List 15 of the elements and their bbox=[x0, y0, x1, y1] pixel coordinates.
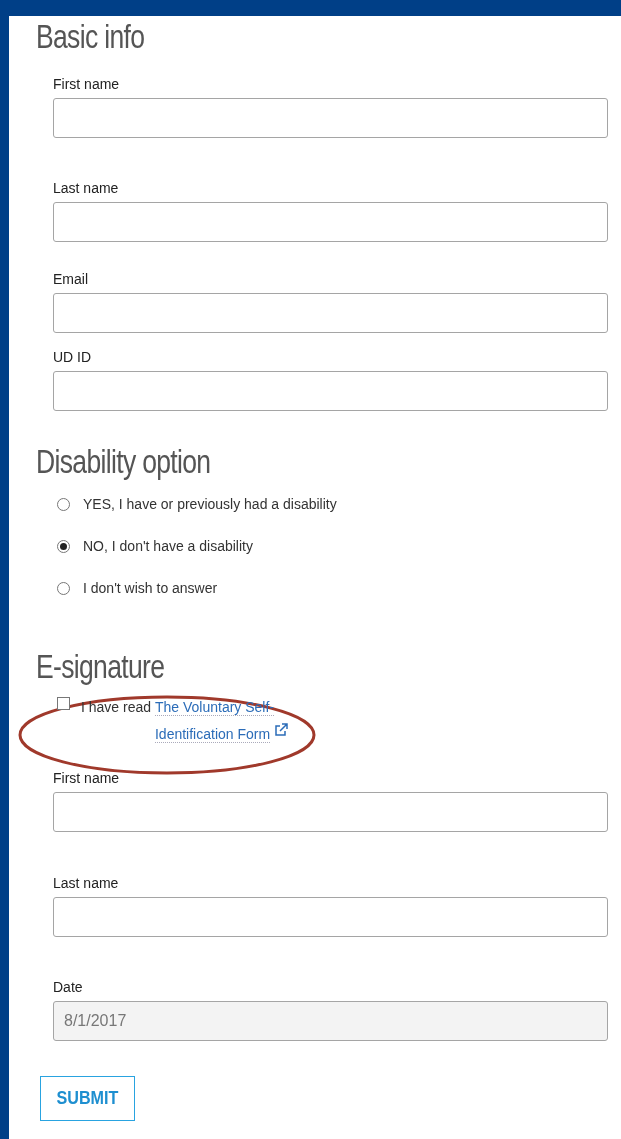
acknowledgement-text: I have read bbox=[81, 699, 152, 715]
field-label: First name bbox=[53, 770, 121, 786]
field-label: First name bbox=[53, 76, 121, 92]
field-label: UD ID bbox=[53, 349, 93, 365]
option-label: YES, I have or previously had a disability bbox=[83, 495, 337, 513]
submit-button[interactable]: SUBMIT bbox=[40, 1076, 135, 1121]
field-label: Last name bbox=[53, 875, 120, 891]
section-heading: E-signature bbox=[36, 646, 165, 686]
section-heading: Disability option bbox=[36, 441, 211, 481]
option-label: NO, I don't have a disability bbox=[83, 537, 253, 555]
field-label: Email bbox=[53, 271, 89, 287]
option-label: I don't wish to answer bbox=[83, 579, 218, 597]
field-label: Last name bbox=[53, 180, 120, 196]
field-label: Date bbox=[53, 979, 84, 995]
section-heading: Basic info bbox=[36, 16, 145, 56]
